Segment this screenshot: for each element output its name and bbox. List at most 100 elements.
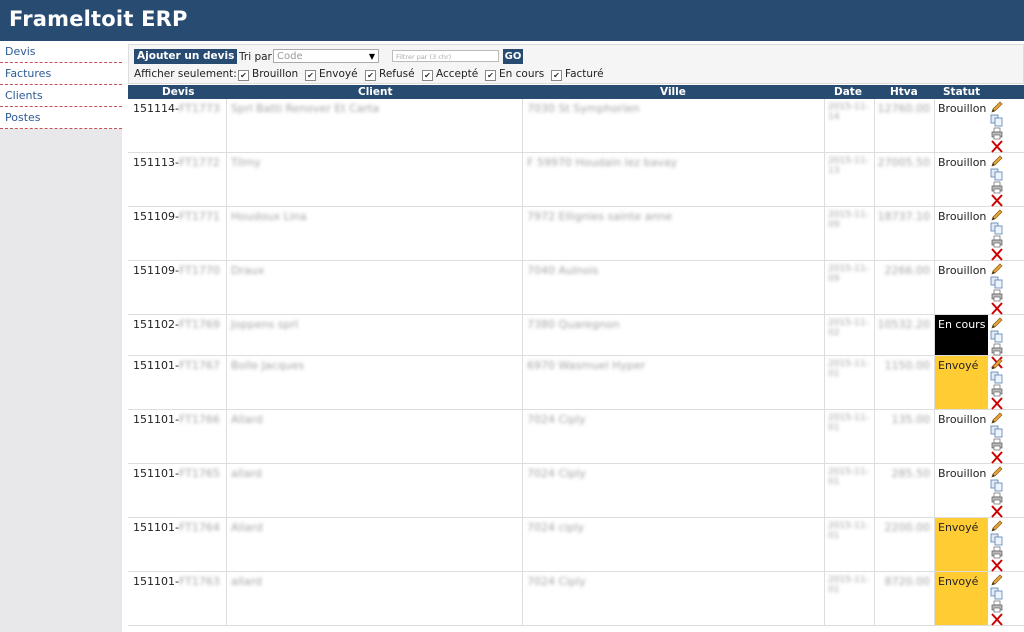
date-cell: 2015-11-09 <box>824 261 874 314</box>
column-header-ville[interactable]: Ville <box>660 86 686 98</box>
checkbox-checked-icon[interactable]: ✔ <box>551 70 562 81</box>
filter-refuse[interactable]: ✔ Refusé <box>365 68 415 81</box>
devis-code: 151102- <box>133 318 179 331</box>
delete-x-icon[interactable] <box>990 559 1004 572</box>
sidebar-item-factures[interactable]: Factures <box>0 63 122 85</box>
printer-icon[interactable] <box>990 343 1004 356</box>
filter-refuse-label: Refusé <box>379 68 415 80</box>
date-value: 2015-11-01 <box>828 521 869 541</box>
copy-icon[interactable] <box>990 533 1004 546</box>
copy-icon[interactable] <box>990 168 1004 181</box>
column-header-client[interactable]: Client <box>358 86 393 98</box>
copy-icon[interactable] <box>990 222 1004 235</box>
sidebar-item-postes[interactable]: Postes <box>0 107 122 129</box>
sort-select[interactable]: Code ▼ <box>273 49 379 63</box>
devis-code: 151113- <box>133 156 179 169</box>
column-header-htva[interactable]: Htva <box>890 86 918 98</box>
copy-icon[interactable] <box>990 371 1004 384</box>
copy-icon[interactable] <box>990 425 1004 438</box>
printer-icon[interactable] <box>990 127 1004 140</box>
go-button[interactable]: GO <box>503 49 523 64</box>
pencil-icon[interactable] <box>990 155 1004 168</box>
delete-x-icon[interactable] <box>990 248 1004 261</box>
copy-icon[interactable] <box>990 276 1004 289</box>
printer-icon[interactable] <box>990 181 1004 194</box>
pencil-icon[interactable] <box>990 209 1004 222</box>
checkbox-checked-icon[interactable]: ✔ <box>365 70 376 81</box>
ville-cell: 7030 St Symphorien <box>522 99 824 152</box>
table-row[interactable]: 151101-FT1767 Bolle Jacques 6970 Wasmuel H… <box>128 356 1024 410</box>
checkbox-checked-icon[interactable]: ✔ <box>305 70 316 81</box>
htva-value: 2200.00 <box>884 521 931 534</box>
printer-icon[interactable] <box>990 492 1004 505</box>
table-row[interactable]: 151101-FT1763 allard 7024 Ciply 2015-11-01 8… <box>128 572 1024 626</box>
column-header-devis[interactable]: Devis <box>162 86 195 98</box>
sidebar-item-clients[interactable]: Clients <box>0 85 122 107</box>
filter-input[interactable]: Filtrer par (3 chr) <box>392 50 499 62</box>
copy-icon[interactable] <box>990 114 1004 127</box>
ville-name: 7040 Aulnois <box>527 264 599 277</box>
filter-en-cours[interactable]: ✔ En cours <box>485 68 544 81</box>
client-cell: Bolle Jacques <box>226 356 522 409</box>
devis-code-suffix: FT1764 <box>178 521 220 534</box>
delete-x-icon[interactable] <box>990 505 1004 518</box>
table-row[interactable]: 151101-FT1766 Allard 7024 Ciply 2015-11-01 1… <box>128 410 1024 464</box>
client-name: Draux <box>231 264 265 277</box>
devis-code-cell: 151109-FT1771 <box>133 210 220 223</box>
htva-value: 10532.20 <box>877 318 931 331</box>
table-row[interactable]: 151102-FT1769 Joppens sprl 7380 Quaregnon 2… <box>128 315 1024 356</box>
pencil-icon[interactable] <box>990 263 1004 276</box>
delete-x-icon[interactable] <box>990 451 1004 464</box>
status-badge: Brouillon <box>934 153 988 206</box>
htva-cell: 285.50 <box>874 464 934 517</box>
delete-x-icon[interactable] <box>990 397 1004 410</box>
pencil-icon[interactable] <box>990 520 1004 533</box>
printer-icon[interactable] <box>990 600 1004 613</box>
date-cell: 2015-11-13 <box>824 153 874 206</box>
delete-x-icon[interactable] <box>990 302 1004 315</box>
ville-cell: 7024 Ciply <box>522 464 824 517</box>
column-header-statut[interactable]: Statut <box>943 86 980 98</box>
checkbox-checked-icon[interactable]: ✔ <box>422 70 433 81</box>
ville-name: 7024 Ciply <box>527 467 586 480</box>
htva-cell: 2200.00 <box>874 518 934 571</box>
table-row[interactable]: 151109-FT1771 Houdoux Lina 7972 Ellignies … <box>128 207 1024 261</box>
checkbox-checked-icon[interactable]: ✔ <box>485 70 496 81</box>
pencil-icon[interactable] <box>990 101 1004 114</box>
copy-icon[interactable] <box>990 587 1004 600</box>
date-cell: 2015-11-01 <box>824 572 874 625</box>
printer-icon[interactable] <box>990 235 1004 248</box>
delete-x-icon[interactable] <box>990 140 1004 153</box>
filter-accepte[interactable]: ✔ Accepté <box>422 68 478 81</box>
table-row[interactable]: 151114-FT1773 Sprl Batti Renover Et Carta… <box>128 99 1024 153</box>
copy-icon[interactable] <box>990 330 1004 343</box>
filter-brouillon[interactable]: ✔ Brouillon <box>238 68 298 81</box>
table-row[interactable]: 151101-FT1764 Allard 7024 ciply 2015-11-01 2… <box>128 518 1024 572</box>
column-header-date[interactable]: Date <box>834 86 862 98</box>
htva-cell: 8720.00 <box>874 572 934 625</box>
pencil-icon[interactable] <box>990 317 1004 330</box>
pencil-icon[interactable] <box>990 466 1004 479</box>
printer-icon[interactable] <box>990 438 1004 451</box>
copy-icon[interactable] <box>990 479 1004 492</box>
row-actions <box>990 358 1008 410</box>
table-row[interactable]: 151109-FT1770 Draux 7040 Aulnois 2015-11-09… <box>128 261 1024 315</box>
pencil-icon[interactable] <box>990 358 1004 371</box>
pencil-icon[interactable] <box>990 412 1004 425</box>
add-devis-button[interactable]: Ajouter un devis <box>134 49 238 64</box>
filter-facture[interactable]: ✔ Facturé <box>551 68 604 81</box>
sidebar-item-devis[interactable]: Devis <box>0 41 122 63</box>
printer-icon[interactable] <box>990 289 1004 302</box>
checkbox-checked-icon[interactable]: ✔ <box>238 70 249 81</box>
delete-x-icon[interactable] <box>990 613 1004 626</box>
delete-x-icon[interactable] <box>990 194 1004 207</box>
table-row[interactable]: 151101-FT1765 allard 7024 Ciply 2015-11-01 2… <box>128 464 1024 518</box>
printer-icon[interactable] <box>990 546 1004 559</box>
filter-envoye[interactable]: ✔ Envoyé <box>305 68 358 81</box>
printer-icon[interactable] <box>990 384 1004 397</box>
client-cell: Draux <box>226 261 522 314</box>
table-row[interactable]: 151113-FT1772 Tilmy F 59970 Houdain lez ba… <box>128 153 1024 207</box>
pencil-icon[interactable] <box>990 574 1004 587</box>
htva-value: 8720.00 <box>884 575 931 588</box>
devis-code: 151109- <box>133 210 179 223</box>
